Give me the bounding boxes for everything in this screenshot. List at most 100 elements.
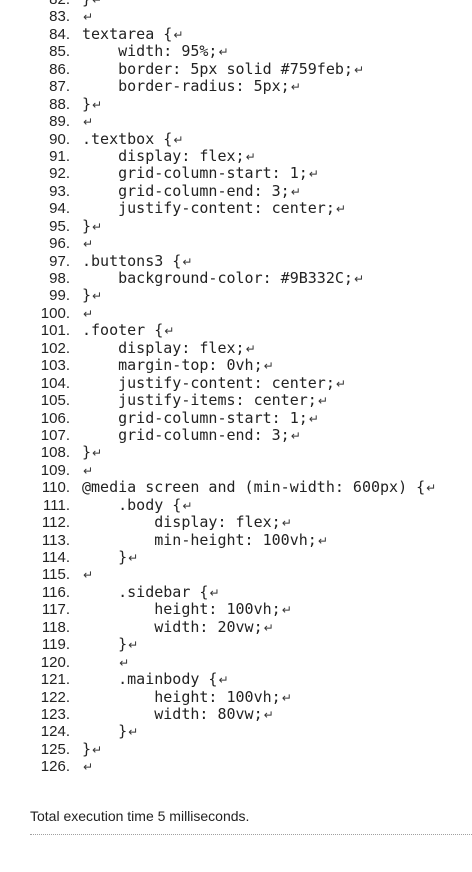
return-icon: ↵ [182,254,193,269]
return-icon: ↵ [426,481,437,496]
line-code-text: } [82,443,92,462]
line-number: 99. [49,287,70,305]
line-code-text: grid-column-end: 3; [82,181,290,200]
line-code-text: } [82,548,128,566]
code-line: 84. textarea {↵ [0,25,472,43]
return-icon: ↵ [128,551,139,565]
line-number: 91. [49,147,70,165]
code-line: 120. ↵ [0,654,472,671]
line-code-text: } [82,216,92,235]
return-icon: ↵ [83,306,94,321]
return-icon: ↵ [92,219,103,234]
line-number: 120. [40,653,70,671]
execution-time-text: Total execution time 5 milliseconds. [30,808,250,824]
line-code: }↵ [82,548,139,567]
line-number: 121. [40,671,70,689]
line-code: background-color: #9B332C;↵ [82,269,364,288]
line-number: 90. [49,130,70,148]
return-icon: ↵ [290,428,301,443]
return-icon: ↵ [218,673,229,688]
return-icon: ↵ [92,0,103,7]
return-icon: ↵ [290,80,301,95]
code-line: 97. .buttons3 {↵ [0,252,472,270]
line-number: 86. [49,60,70,78]
line-number: 97. [49,252,70,270]
code-line: 113. min-height: 100vh;↵ [0,531,472,549]
line-code-text: } [82,0,91,8]
line-code: border-radius: 5px;↵ [82,77,301,96]
code-line: 96. ↵ [0,235,472,252]
line-number: 104. [40,374,70,392]
return-icon: ↵ [83,568,94,583]
return-icon: ↵ [245,149,256,164]
line-number: 124. [40,723,70,741]
code-line: 105. justify-items: center;↵ [0,391,472,410]
line-code-text: .textbox { [82,129,173,148]
line-code-text: display: flex; [82,338,245,357]
return-icon: ↵ [335,202,346,217]
line-code-text: } [82,286,92,305]
line-code: ↵ [82,758,93,776]
return-icon: ↵ [83,237,94,252]
return-icon: ↵ [182,498,193,513]
code-line: 115. ↵ [0,566,472,583]
line-number: 98. [49,270,70,287]
line-number: 88. [49,95,70,113]
code-line: 92. grid-column-start: 1;↵ [0,164,472,183]
line-code-text: border-radius: 5px; [82,77,290,96]
return-icon: ↵ [353,62,364,77]
line-code-text: justify-content: center; [82,199,335,218]
return-icon: ↵ [308,411,319,426]
line-code-text: } [82,739,92,758]
return-icon: ↵ [290,184,301,199]
return-icon: ↵ [83,760,94,775]
line-code-text: } [82,635,128,654]
code-line: 121. .mainbody {↵ [0,670,472,689]
code-line: 88.}↵ [0,95,472,113]
code-line: 124. }↵ [0,723,472,741]
line-code: }↵ [82,444,102,462]
line-code-text: grid-column-start: 1; [82,164,308,183]
line-number: 95. [49,217,70,235]
line-number: 122. [40,688,70,706]
line-number: 118. [41,618,70,636]
return-icon: ↵ [119,655,130,670]
line-number: 115. [41,566,70,584]
line-code-text [82,653,118,671]
return-icon: ↵ [263,620,274,635]
line-number: 112. [41,514,70,532]
line-code: }↵ [82,216,103,236]
line-number: 93. [49,182,70,200]
return-icon: ↵ [317,533,328,548]
line-number: 83. [49,8,70,26]
return-icon: ↵ [263,707,274,722]
code-line: 123. width: 80vw;↵ [0,705,472,723]
line-code-text: margin-top: 0vh; [82,356,263,375]
line-code-text: width: 20vw; [82,617,263,636]
line-number: 116. [41,583,70,601]
return-icon: ↵ [353,272,364,286]
return-icon: ↵ [281,690,292,705]
line-code-text: .sidebar { [82,582,209,601]
code-line: 100. ↵ [0,305,472,322]
line-number: 111. [43,496,70,514]
code-line: 86. border: 5px solid #759feb;↵ [0,59,472,78]
line-number: 102. [40,339,70,357]
code-line: 98. background-color: #9B332C;↵ [0,269,472,288]
code-line: 82.}↵ [0,0,472,8]
line-code-text: border: 5px solid #759feb; [82,59,353,78]
line-number: 117. [41,601,70,619]
return-icon: ↵ [83,463,94,478]
code-line: 102. display: flex;↵ [0,338,472,357]
code-line: 125.}↵ [0,739,472,758]
return-icon: ↵ [92,742,103,757]
line-code-text: display: flex; [82,146,245,165]
line-code-text: justify-items: center; [82,391,317,410]
return-icon: ↵ [218,45,229,60]
line-number: 89. [49,113,70,131]
line-number: 114. [41,549,70,566]
line-number: 125. [40,740,70,758]
line-number: 123. [40,705,70,723]
line-code-text: height: 100vh; [82,687,281,706]
return-icon: ↵ [92,97,103,112]
